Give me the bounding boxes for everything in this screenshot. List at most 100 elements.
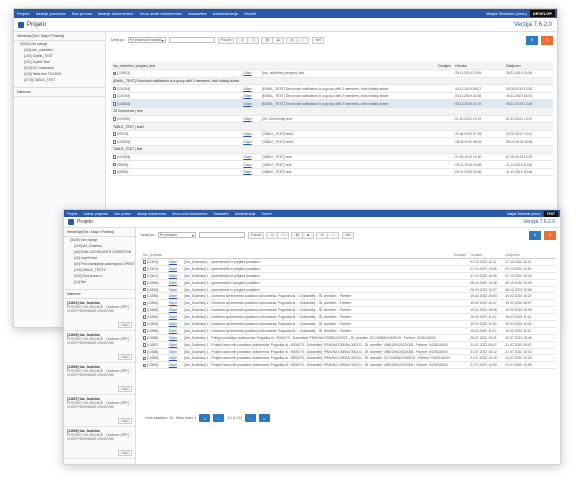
note-card[interactable]: [13610] Ido_Dodelan PROJEKT NA ISKANJE - … (64, 299, 135, 331)
open-link[interactable]: Odpri (243, 87, 251, 91)
table-row[interactable]: [131919] Odpri [EMAIL_TEST] Send mail noti… (111, 92, 553, 101)
table-row[interactable]: [131590] Odpri [JS Comments] test 21.10.202… (111, 115, 553, 124)
open-link[interactable]: Odpri (169, 308, 177, 312)
open-link[interactable]: Odpri (169, 315, 177, 319)
search-icon[interactable]: ⚲ (526, 35, 538, 45)
note-open-button[interactable]: Odpri (117, 418, 132, 424)
table-row[interactable]: [13585] Odpri [Ido_Dodelan] 1 - Uvedena sp… (141, 327, 556, 335)
refresh-icon[interactable]: ↻ (247, 36, 260, 44)
hierarchy-header[interactable]: Hierarhija [Vrs / Mapi / Poseba] (14, 32, 105, 41)
new-button[interactable]: Nel (312, 36, 325, 44)
open-link[interactable]: Odpri (169, 274, 177, 278)
menu-item[interactable]: Osveži (258, 212, 274, 216)
note-card[interactable]: [13608] Ido_Dodelan PROJEKT NA ISKANJE - … (64, 363, 135, 395)
open-link[interactable]: Odpri (243, 102, 251, 106)
table-row[interactable]: [12613] Odpri [Ido_Dodelan] 1 - sprememba … (141, 265, 556, 273)
lock-icon[interactable]: ⌂ (327, 231, 340, 239)
table-row[interactable]: [13583] Odpri [Ido_Dodelan] 1 - Uvedena sp… (141, 313, 556, 322)
open-link[interactable]: Odpri (243, 155, 251, 159)
note-card[interactable]: [13607] Ido_Dodelan PROJEKT NA ISKANJE - … (64, 395, 135, 427)
sort-select[interactable]: Po procesu (157, 232, 196, 238)
menu-item[interactable]: Nastavitve (185, 11, 210, 16)
menu-item[interactable]: Administracija (232, 212, 259, 216)
note-open-button[interactable]: Odpri (117, 450, 132, 456)
table-row[interactable]: [103539] Odpri [TABLE_TEST] test2 16.09.201… (111, 137, 553, 147)
table-row[interactable]: [12612] Odpri [Ido_Dodelan] 1 - sprememba … (141, 272, 556, 280)
open-link[interactable]: Odpri (243, 170, 251, 174)
reset-icon[interactable]: ↺ (541, 35, 553, 45)
search-input[interactable] (198, 232, 245, 238)
open-link[interactable]: Odpri (243, 132, 251, 136)
menu-item[interactable]: Projeto (64, 212, 80, 216)
next-page-icon[interactable]: › (244, 414, 256, 422)
group-row[interactable]: [EMAIL_TEST] Send mail notification to a… (111, 77, 553, 86)
menu-item[interactable]: Nov proces (69, 11, 95, 16)
prev-page-icon[interactable]: ‹ (213, 414, 225, 422)
tree-node[interactable]: [14] Nel (64, 279, 135, 285)
menu-item[interactable]: Iskanje projektov (80, 212, 111, 216)
open-link[interactable]: Odpri (169, 294, 177, 298)
open-link[interactable]: Odpri (243, 71, 251, 75)
search-button[interactable]: Pokaži (247, 231, 265, 239)
table-row[interactable]: [13555] Odpri [Ido_Dodelan] 1 - sprememba … (141, 279, 556, 287)
table-row[interactable]: [13586] Odpri [Ido_Dodelan] 1 - Prikljuc p… (141, 334, 556, 342)
menu-item[interactable]: Vnos novih dokumentov (169, 212, 210, 216)
table-row[interactable]: [12614] Odpri [Ido_Dodelan] 1 - sprememba … (141, 258, 556, 266)
tree-node[interactable]: [2743] TABLE_TEST (14, 77, 105, 83)
table-row[interactable]: [13581] Odpri [Ido_Dodelan] 1 - Uvedena sp… (141, 299, 556, 308)
menu-item[interactable]: Vnos novih dokumentov (137, 11, 186, 16)
open-link[interactable]: Odpri (169, 260, 177, 264)
table-row[interactable]: [99839] Odpri [TABLE_TEST] test 29.01.2018 … (111, 168, 553, 177)
open-link[interactable]: Odpri (169, 322, 177, 326)
note-open-button[interactable]: Odpri (117, 322, 132, 328)
table-row[interactable]: [13582] Odpri [Ido_Dodelan] 1 - Uvedena sp… (141, 306, 556, 315)
open-link[interactable]: Odpri (243, 117, 251, 121)
refresh-icon[interactable]: ↻ (277, 231, 290, 239)
table-row[interactable]: [13580] Odpri [Ido_Dodelan] 1 - Uvedena sp… (141, 292, 556, 301)
menu-item[interactable]: Iskanje dokumentov (95, 11, 137, 16)
lock-icon[interactable]: ⌂ (297, 36, 310, 44)
group-row[interactable]: JS Comments | test (111, 107, 553, 116)
note-open-button[interactable]: Odpri (117, 354, 132, 360)
note-card[interactable]: [13606] Ido_Dodelan PROJEKT NA ISKANJE - … (64, 427, 135, 459)
open-link[interactable]: Odpri (243, 140, 251, 144)
open-link[interactable]: Odpri (169, 356, 177, 360)
open-link[interactable]: Odpri (169, 343, 177, 347)
table-row[interactable]: [13590] Odpri [Ido_Dodelan] 1 - Projekt os… (141, 361, 556, 370)
table-row[interactable]: [136804] Odpri [EMAIL_TEST] Send mail noti… (111, 99, 553, 109)
open-link[interactable]: Odpri (169, 329, 177, 333)
table-row[interactable]: [122453] Odpri [TABLE_TEST] test 27.09.2019… (111, 153, 553, 162)
menu-item[interactable]: Iskanje procesov (33, 11, 69, 16)
group-row[interactable]: Ido_odobritev | pregled_test Dodajen Oznak… (111, 62, 553, 71)
group-row[interactable]: TABLE_TEST | test2 (111, 122, 553, 131)
search-input[interactable] (168, 37, 215, 43)
table-row[interactable]: [13588] Odpri [Ido_Dodelan] 1 - Projekt os… (141, 348, 556, 356)
menu-item[interactable]: Administracija (210, 11, 241, 16)
sort-select[interactable]: Po procesu in koraku (127, 37, 166, 43)
table-row[interactable]: [13584] Odpri [Ido_Dodelan] 1 - Uvedena sp… (141, 320, 556, 328)
search-button[interactable]: Pokaži (217, 36, 235, 44)
first-page-icon[interactable]: « (199, 414, 211, 422)
table-row[interactable]: [99838] Odpri [TABLE_TEST] test 29.01.2018 … (111, 160, 553, 169)
table-row[interactable]: [99978] Odpri [TABLE_TEST] test2 21.06.2019… (111, 130, 553, 139)
open-link[interactable]: Odpri (243, 94, 251, 98)
group-row[interactable]: TABLE_TEST | test (111, 145, 553, 154)
note-card[interactable]: [13609] Ido_Dodelan PROJEKT NA ISKANJE - … (64, 331, 135, 363)
table-row[interactable]: [13589] Odpri [Ido_Dodelan] 1 - Projekt os… (141, 354, 556, 363)
open-link[interactable]: Odpri (169, 350, 177, 354)
open-link[interactable]: Odpri (169, 267, 177, 271)
open-link[interactable]: Odpri (169, 288, 177, 292)
table-row[interactable]: [135421] Odpri [Ido_odobritev] pregled_tes… (111, 69, 553, 78)
menu-item[interactable]: Projeto (14, 11, 33, 16)
hierarchy-header[interactable]: Hierarhija [Vrs / Mapi / Poseba] (64, 228, 135, 237)
search-icon[interactable]: ⚲ (529, 230, 541, 240)
user-name[interactable]: Matjaž Strnišnik (strnu) (483, 11, 530, 16)
open-link[interactable]: Odpri (169, 301, 177, 305)
reset-icon[interactable]: ↺ (544, 230, 556, 240)
menu-item[interactable]: Nastavitve (210, 212, 231, 216)
menu-item[interactable]: Osveži (241, 11, 259, 16)
open-link[interactable]: Odpri (169, 363, 177, 367)
menu-item[interactable]: Iskanje dokumentov (134, 212, 169, 216)
open-link[interactable]: Odpri (169, 336, 177, 340)
person-icon[interactable]: ♟ (272, 36, 285, 44)
